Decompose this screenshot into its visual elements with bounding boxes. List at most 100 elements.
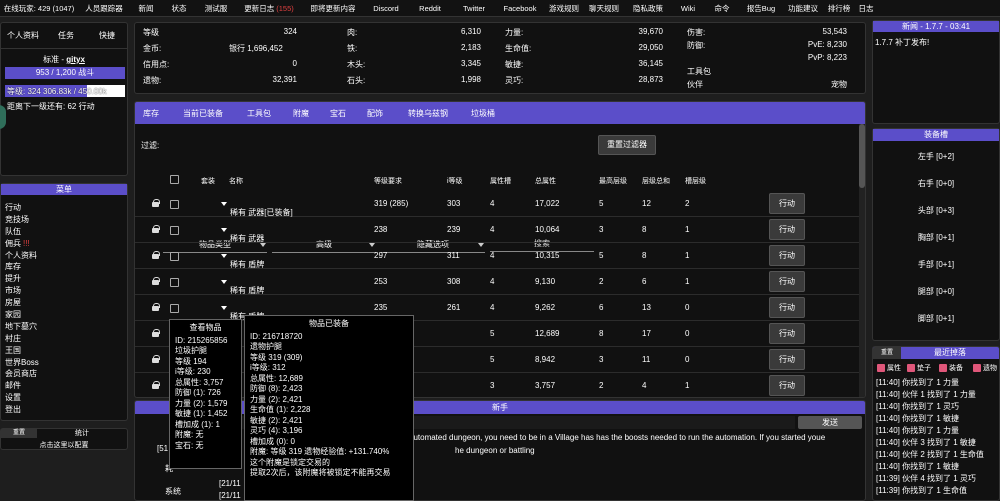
menu-item-7[interactable]: 市场 [5,285,125,297]
nav-item-1[interactable]: 人员跟踪器 [78,3,130,14]
nav-item-9[interactable]: Twitter [452,4,496,13]
menu-item-16[interactable]: 设置 [5,392,125,404]
lock-icon[interactable] [152,251,160,259]
inv-tab-3[interactable]: 附魔 [283,108,319,119]
nav-item-7[interactable]: Discord [364,4,408,13]
action-button[interactable]: 行动 [769,297,805,318]
menu-item-2[interactable]: 队伍 [5,226,125,238]
nav-item-18[interactable]: 排行榜 [824,3,854,14]
nav-item-13[interactable]: 隐私政策 [624,3,672,14]
scrollbar-thumb[interactable] [859,124,865,188]
reset-filters-button[interactable]: 重置过滤器 [598,135,656,155]
table-row[interactable]: 稀有 盾牌 253 308 4 9,130 2 6 1 行动 [135,269,859,295]
menu-item-1[interactable]: 竞技场 [5,214,125,226]
nav-item-17[interactable]: 功能建议 [782,3,824,14]
menu-item-12[interactable]: 王国 [5,345,125,357]
item-name[interactable]: 稀有 盾牌 [221,303,264,321]
menu-item-5[interactable]: 库存 [5,261,125,273]
item-name[interactable]: 稀有 武器[已装备] [221,199,293,217]
nav-item-14[interactable]: Wiki [672,4,704,13]
menu-item-0[interactable]: 行动 [5,202,125,214]
stats-box-tab-reset[interactable]: 重置 [1,429,37,438]
item-name[interactable]: 稀有 盾牌 [221,251,264,269]
bank-link[interactable]: 银行 1,696,452 [229,43,283,54]
player-name-link[interactable]: gityx [66,55,85,64]
nav-item-16[interactable]: 报告Bug [740,3,782,14]
menu-item-8[interactable]: 房屋 [5,297,125,309]
menu-item-15[interactable]: 邮件 [5,380,125,392]
nav-item-10[interactable]: Facebook [496,4,544,13]
scrollbar[interactable] [859,124,865,397]
menu-item-14[interactable]: 会员商店 [5,368,125,380]
equip-slot-2[interactable]: 头部 [0+3] [873,205,999,216]
row-checkbox[interactable] [170,200,179,209]
lock-icon[interactable] [152,381,160,389]
table-row[interactable]: 稀有 武器[已装备] 319 (285) 303 4 17,022 5 12 2 行动 [135,191,859,217]
row-checkbox[interactable] [170,252,179,261]
table-row[interactable]: 稀有 武器 238 239 4 10,064 3 8 1 行动 [135,217,859,243]
action-button[interactable]: 行动 [769,323,805,344]
lock-icon[interactable] [152,355,160,363]
lock-icon[interactable] [152,199,160,207]
stats-box-tab-stats[interactable]: 统计 [37,429,127,438]
nav-item-15[interactable]: 命令 [704,3,740,14]
action-button[interactable]: 行动 [769,271,805,292]
drop-filter-checkbox[interactable] [939,364,947,372]
nav-item-8[interactable]: Reddit [408,4,452,13]
nav-item-4[interactable]: 测试服 [196,3,236,14]
tab-quests[interactable]: 任务 [45,30,87,41]
equip-slot-1[interactable]: 右手 [0+0] [873,178,999,189]
tab-profile[interactable]: 个人资料 [1,30,45,41]
menu-item-3[interactable]: 佣兵!!! [5,238,125,250]
inv-tab-1[interactable]: 当前已装备 [171,108,235,119]
inv-tab-4[interactable]: 宝石 [323,108,353,119]
item-name[interactable]: 稀有 武器 [221,225,264,243]
lock-icon[interactable] [152,225,160,233]
drop-filter-checkbox[interactable] [973,364,981,372]
row-checkbox[interactable] [170,304,179,313]
nav-item-5[interactable]: 更新日志 (155) [236,3,302,14]
drops-tab-reset[interactable]: 重置 [873,347,901,359]
menu-item-11[interactable]: 村庄 [5,333,125,345]
inv-tab-7[interactable]: 垃圾桶 [463,108,503,119]
nav-item-2[interactable]: 新闻 [130,3,162,14]
menu-item-10[interactable]: 地下墓穴 [5,321,125,333]
stats-box-hint[interactable]: 点击这里以配置 [1,440,127,450]
drop-filter-checkbox[interactable] [907,364,915,372]
chat-send-button[interactable]: 发送 [798,416,862,429]
row-checkbox[interactable] [170,226,179,235]
equip-slot-0[interactable]: 左手 [0+2] [873,151,999,162]
nav-item-11[interactable]: 游戏规则 [544,3,584,14]
action-button[interactable]: 行动 [769,375,805,396]
equip-slot-3[interactable]: 胸部 [0+1] [873,232,999,243]
menu-item-6[interactable]: 提升 [5,273,125,285]
chat-tab-system[interactable]: 系统 [165,486,181,497]
row-checkbox[interactable] [170,278,179,287]
lock-icon[interactable] [152,329,160,337]
menu-item-13[interactable]: 世界Boss [5,357,125,369]
nav-item-19[interactable]: 日志 [854,3,878,14]
select-all-checkbox[interactable] [170,175,179,184]
inv-tab-5[interactable]: 配饰 [357,108,393,119]
inv-tab-2[interactable]: 工具包 [239,108,279,119]
lock-icon[interactable] [152,303,160,311]
table-row[interactable]: 稀有 盾牌 297 311 4 10,315 5 8 1 行动 [135,243,859,269]
nav-item-6[interactable]: 即将更新内容 [302,3,364,14]
inv-tab-0[interactable]: 库存 [135,108,167,119]
inv-tab-6[interactable]: 转换乌兹钢 [397,108,459,119]
menu-item-17[interactable]: 登出 [5,404,125,416]
drop-filter-checkbox[interactable] [877,364,885,372]
menu-item-4[interactable]: 个人资料 [5,250,125,262]
action-button[interactable]: 行动 [769,193,805,214]
action-button[interactable]: 行动 [769,349,805,370]
item-name[interactable]: 稀有 盾牌 [221,277,264,295]
equip-slot-5[interactable]: 腿部 [0+0] [873,286,999,297]
nav-item-3[interactable]: 状态 [162,3,196,14]
equip-slot-4[interactable]: 手部 [0+1] [873,259,999,270]
action-button[interactable]: 行动 [769,245,805,266]
nav-item-0[interactable]: 在线玩家: 429 (1047) [0,3,78,14]
lock-icon[interactable] [152,277,160,285]
equip-slot-6[interactable]: 脚部 [0+1] [873,313,999,324]
action-button[interactable]: 行动 [769,219,805,240]
menu-item-9[interactable]: 家园 [5,309,125,321]
